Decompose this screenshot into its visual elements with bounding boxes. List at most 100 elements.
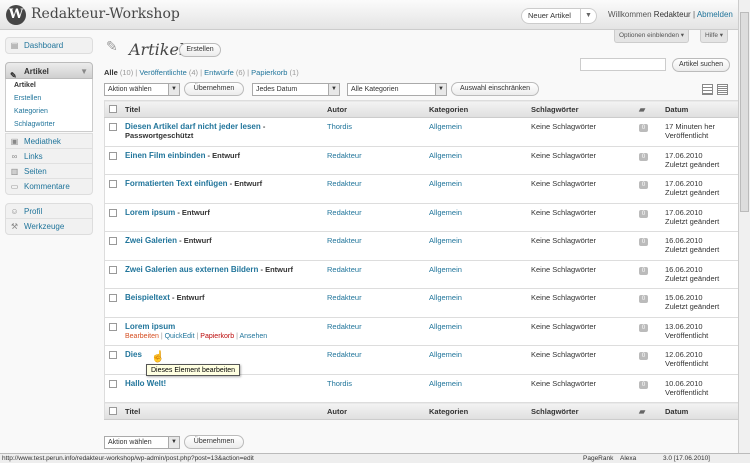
column-title[interactable]: Titel [121,402,323,420]
category-link[interactable]: Allgemein [429,293,462,302]
column-date[interactable]: Datum [661,100,748,118]
trash-link[interactable]: Papierkorb [200,333,234,340]
row-checkbox[interactable] [109,151,117,160]
category-filter-select[interactable]: Alle Kategorien ▼ [347,83,447,96]
row-checkbox[interactable] [109,180,117,188]
row-checkbox[interactable] [109,379,117,388]
user-link[interactable]: Redakteur [654,10,691,19]
row-checkbox[interactable] [109,208,117,217]
chevron-down-icon[interactable]: ▼ [435,84,446,95]
post-title-link[interactable]: Zwei Galerien aus externen Bildern [125,265,258,274]
post-title-link[interactable]: Einen Film einbinden [125,151,205,160]
apply-button-bottom[interactable]: Übernehmen [184,435,244,449]
category-link[interactable]: Allgemein [429,151,462,160]
post-title-link[interactable]: Formatierten Text einfügen [125,179,228,188]
new-post-dropdown[interactable]: Neuer Artikel ▼ [521,8,597,24]
comment-count-badge[interactable]: 0 [639,209,648,218]
submenu-item-kategorien[interactable]: Kategorien [6,105,92,118]
submenu-item-artikel[interactable]: Artikel [6,79,92,92]
post-title-link[interactable]: Beispieltext [125,293,170,302]
list-view-icon[interactable] [702,84,713,95]
sidebar-item-werkzeuge[interactable]: ⚒ Werkzeuge [6,219,92,234]
bulk-action-select-bottom[interactable]: Aktion wählen ▼ [104,436,180,449]
category-link[interactable]: Allgemein [429,122,462,131]
sidebar-item-dashboard[interactable]: ▤ Dashboard [6,38,92,53]
logout-link[interactable]: Abmelden [697,10,733,19]
author-link[interactable]: Redakteur [327,293,362,302]
scrollbar-thumb[interactable] [740,12,749,212]
filter-published[interactable]: Veröffentlichte [139,68,186,77]
author-link[interactable]: Redakteur [327,208,362,217]
sidebar-item-links[interactable]: ∞ Links [6,149,92,164]
sidebar-item-mediathek[interactable]: ▣ Mediathek [6,134,92,149]
select-all-checkbox[interactable] [109,104,117,113]
screen-options-toggle[interactable]: Optionen einblenden ▾ [614,30,690,43]
excerpt-view-icon[interactable] [717,84,728,95]
author-link[interactable]: Redakteur [327,151,362,160]
category-link[interactable]: Allgemein [429,379,462,388]
search-posts-button[interactable]: Artikel suchen [672,58,730,72]
site-title[interactable]: Redakteur-Workshop [31,6,180,22]
author-link[interactable]: Redakteur [327,179,362,188]
comment-count-badge[interactable]: 0 [639,152,648,161]
category-link[interactable]: Allgemein [429,208,462,217]
edit-link[interactable]: Bearbeiten [125,333,159,340]
category-link[interactable]: Allgemein [429,179,462,188]
search-input[interactable] [580,58,666,71]
row-checkbox[interactable] [109,123,117,131]
filter-all[interactable]: Alle [104,68,118,77]
chevron-down-icon[interactable]: ▼ [80,63,88,80]
wordpress-logo-icon[interactable]: W [6,5,26,25]
sidebar-item-profil[interactable]: ☺ Profil [6,204,92,219]
new-post-label[interactable]: Neuer Artikel [528,11,571,20]
comment-count-badge[interactable]: 0 [639,266,648,275]
select-all-checkbox[interactable] [109,406,117,415]
apply-button[interactable]: Übernehmen [184,82,244,96]
chevron-down-icon[interactable]: ▼ [168,437,179,448]
date-filter-select[interactable]: Jedes Datum ▼ [252,83,340,96]
sidebar-item-kommentare[interactable]: ▭ Kommentare [6,179,92,194]
author-link[interactable]: Redakteur [327,265,362,274]
filter-button[interactable]: Auswahl einschränken [451,82,539,96]
bulk-action-select[interactable]: Aktion wählen ▼ [104,83,180,96]
sidebar-item-seiten[interactable]: ▥ Seiten [6,164,92,179]
author-link[interactable]: Redakteur [327,322,362,331]
post-title-link[interactable]: Hallo Welt! [125,379,166,388]
submenu-item-schlagwoerter[interactable]: Schlagwörter [6,118,92,131]
chevron-down-icon[interactable]: ▼ [328,84,339,95]
view-link[interactable]: Ansehen [240,333,268,340]
filter-drafts[interactable]: Entwürfe [204,68,234,77]
row-checkbox[interactable] [109,322,117,331]
quickedit-link[interactable]: QuickEdit [165,333,195,340]
help-toggle[interactable]: Hilfe ▾ [700,30,729,43]
post-title-link[interactable]: Lorem ipsum [125,208,175,217]
row-checkbox[interactable] [109,237,117,245]
author-link[interactable]: Thordis [327,122,352,131]
submenu-item-erstellen[interactable]: Erstellen [6,92,92,105]
filter-trash[interactable]: Papierkorb [251,68,287,77]
row-checkbox[interactable] [109,265,117,274]
comment-count-badge[interactable]: 0 [639,181,648,189]
post-title-link[interactable]: Zwei Galerien [125,236,177,245]
post-title-link[interactable]: Dies [125,350,142,359]
author-link[interactable]: Redakteur [327,236,362,245]
comment-count-badge[interactable]: 0 [639,323,648,332]
comment-count-badge[interactable]: 0 [639,124,648,132]
category-link[interactable]: Allgemein [429,265,462,274]
chevron-down-icon[interactable]: ▼ [168,84,179,95]
chevron-down-icon[interactable]: ▼ [580,9,596,23]
comment-count-badge[interactable]: 0 [639,352,648,360]
category-link[interactable]: Allgemein [429,322,462,331]
category-link[interactable]: Allgemein [429,350,462,359]
author-link[interactable]: Redakteur [327,350,362,359]
row-checkbox[interactable] [109,294,117,302]
scrollbar[interactable] [738,0,750,453]
post-title-link[interactable]: Diesen Artikel darf nicht jeder lesen [125,122,261,131]
post-title-link[interactable]: Lorem ipsum [125,322,175,331]
column-date[interactable]: Datum [661,402,748,420]
comment-count-badge[interactable]: 0 [639,295,648,303]
row-checkbox[interactable] [109,351,117,359]
author-link[interactable]: Thordis [327,379,352,388]
category-link[interactable]: Allgemein [429,236,462,245]
sidebar-item-artikel[interactable]: ✎ Artikel ▼ [5,62,93,80]
